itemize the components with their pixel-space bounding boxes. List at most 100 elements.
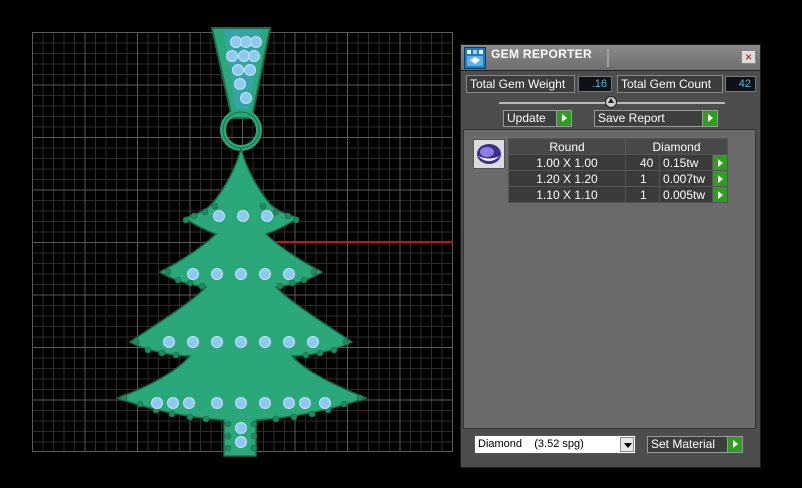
gem-qty: 1 [625,170,660,187]
edge-bead [158,349,166,357]
gem-list-area: Round Diamond 1.00 X 1.00 40 0.15tw 1.20… [463,129,756,429]
edge-bead [182,216,190,224]
diamond-gem [244,64,256,76]
diamond-gem [230,36,242,48]
gem-size: 1.10 X 1.10 [508,186,626,203]
diamond-gem [283,397,295,409]
edge-bead [202,415,210,423]
update-button[interactable]: Update [503,110,572,127]
diamond-gem [240,36,252,48]
save-report-button-label: Save Report [598,111,665,125]
diamond-gem [250,36,262,48]
play-arrow-icon[interactable] [712,186,728,203]
diamond-gem [238,50,250,62]
diamond-gem [187,336,199,348]
diamond-gem [163,336,175,348]
edge-bead [186,279,194,287]
total-gem-weight-label: Total Gem Weight [466,75,575,93]
play-arrow-icon [702,111,717,126]
total-gem-count-label: Total Gem Count [617,75,723,93]
diamond-gem [183,397,195,409]
edge-bead [300,276,308,284]
edge-bead [250,420,258,428]
diamond-gem [151,397,163,409]
edge-bead [144,346,152,354]
diamond-gem [237,210,249,222]
edge-bead [250,432,258,440]
diamond-gem [226,50,238,62]
diamond-gem [211,336,223,348]
diamond-gem [213,210,225,222]
diamond-gem [232,64,244,76]
diamond-gem [240,92,252,104]
panel-title: GEM REPORTER [491,47,592,61]
material-dropdown-value: Diamond (3.52 spg) [478,438,584,450]
edge-bead [120,394,128,402]
edge-bead [201,208,209,216]
diamond-gem [211,268,223,280]
diamond-gem [307,336,319,348]
gem-size: 1.00 X 1.00 [508,154,626,171]
table-row[interactable]: 1.20 X 1.20 1 0.007tw [508,170,728,187]
edge-bead [290,413,298,421]
gem-table: Round Diamond 1.00 X 1.00 40 0.15tw 1.20… [508,138,728,203]
material-header: Diamond [625,138,728,155]
gem-weight: 0.005tw [659,186,713,203]
edge-bead [276,282,284,290]
edge-bead [272,208,280,216]
diamond-gem [235,397,247,409]
edge-bead [308,410,316,418]
edge-bead [250,444,258,452]
diamond-gem [283,336,295,348]
diamond-gem [319,397,331,409]
set-material-button[interactable]: Set Material [647,436,743,453]
total-gem-weight-value: .16 [578,76,612,92]
diamond-gem [187,268,199,280]
table-row[interactable]: 1.00 X 1.00 40 0.15tw [508,154,728,171]
gem-qty: 40 [625,154,660,171]
edge-bead [132,338,140,346]
edge-bead [340,400,348,408]
diamond-gem [235,422,247,434]
edge-bead [272,415,280,423]
set-material-button-label: Set Material [651,437,716,451]
edge-bead [310,268,318,276]
edge-bead [164,268,172,276]
play-arrow-icon[interactable] [712,154,728,171]
play-arrow-icon [727,437,742,452]
edge-bead [259,202,267,210]
diamond-gem [259,336,271,348]
gem-reporter-panel: GEM REPORTER × Total Gem Weight .16 Tota… [460,44,761,468]
chevron-down-icon[interactable] [620,437,634,452]
gem-qty: 1 [625,186,660,203]
gem-reporter-icon [464,47,486,69]
edge-bead [288,279,296,287]
table-row[interactable]: 1.10 X 1.10 1 0.005tw [508,186,728,203]
table-header-row: Round Diamond [508,138,728,155]
diamond-gem [167,397,179,409]
diamond-gem [235,336,247,348]
close-icon[interactable]: × [741,50,756,64]
material-dropdown[interactable]: Diamond (3.52 spg) [474,435,636,454]
edge-bead [224,420,232,428]
edge-bead [330,346,338,354]
play-arrow-icon [556,111,571,126]
slider-thumb[interactable] [605,96,617,108]
diamond-gem [234,78,246,90]
edge-bead [302,351,310,359]
title-bar[interactable]: GEM REPORTER × [461,45,760,71]
round-gem-icon[interactable] [473,139,505,169]
update-button-label: Update [507,111,546,125]
tree-pendant-model[interactable] [0,0,460,488]
edge-bead [186,413,194,421]
edge-bead [174,276,182,284]
gem-weight: 0.15tw [659,154,713,171]
edge-bead [172,351,180,359]
play-arrow-icon[interactable] [712,170,728,187]
diamond-gem [261,210,273,222]
edge-bead [224,444,232,452]
edge-bead [136,400,144,408]
edge-bead [198,282,206,290]
diamond-gem [259,397,271,409]
save-report-button[interactable]: Save Report [594,110,718,127]
